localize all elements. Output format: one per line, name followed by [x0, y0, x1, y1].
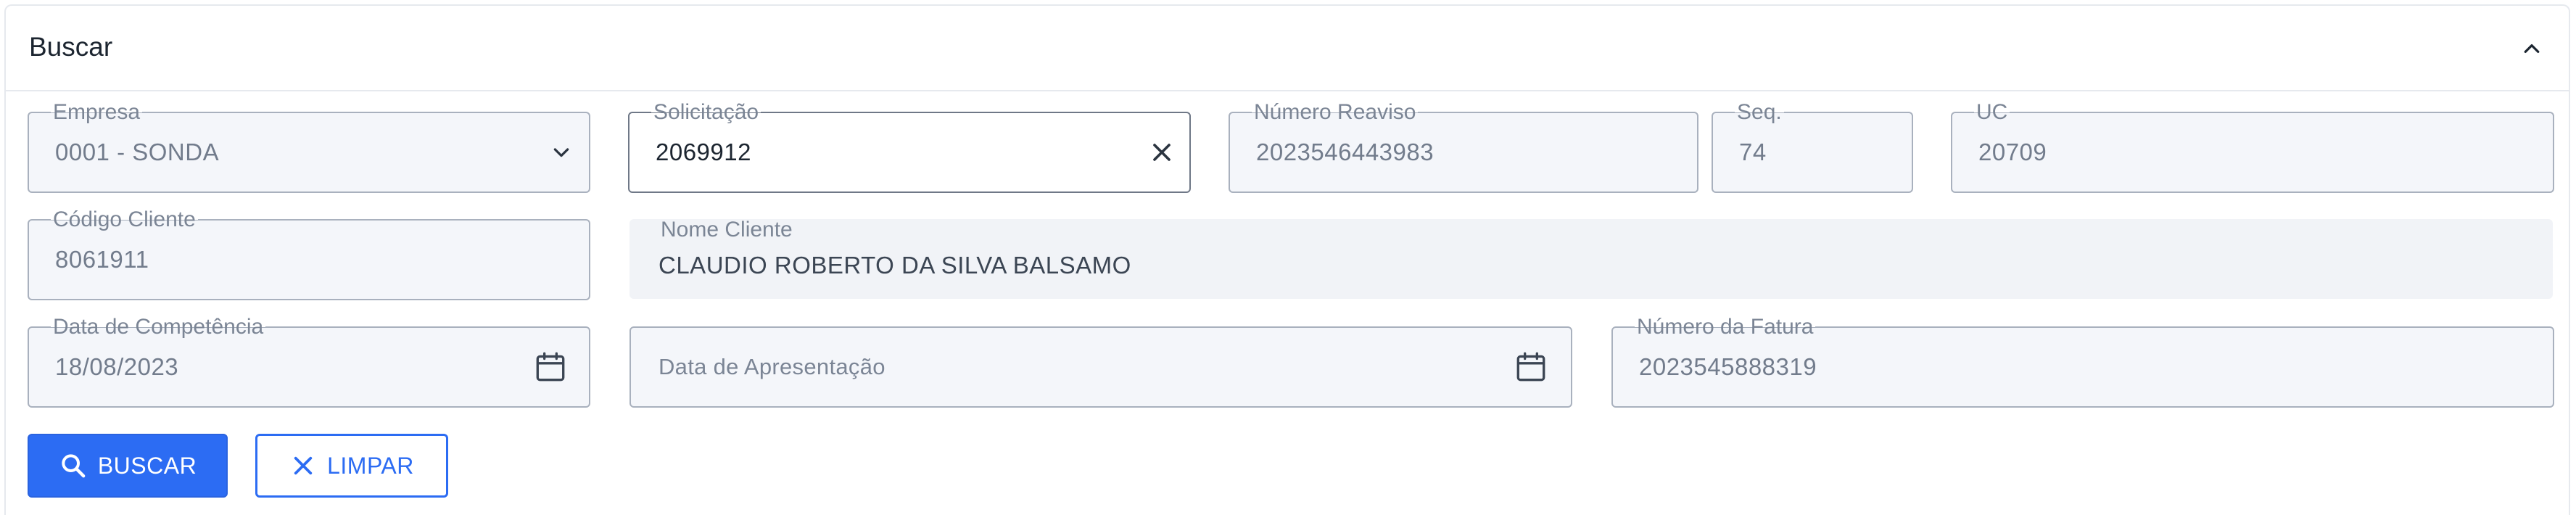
data-competencia-calendar-button[interactable] — [532, 328, 569, 406]
codigo-cliente-value: 8061911 — [55, 246, 149, 273]
buscar-button[interactable]: BUSCAR — [28, 434, 228, 498]
uc-field[interactable]: UC 20709 — [1951, 100, 2554, 193]
collapse-button[interactable] — [2511, 28, 2553, 70]
search-icon — [62, 454, 86, 478]
data-competencia-field[interactable]: Data de Competência 18/08/2023 — [28, 315, 590, 408]
empresa-dropdown-toggle[interactable] — [550, 113, 573, 191]
chevron-up-icon — [2524, 44, 2540, 53]
numero-reaviso-field[interactable]: Número Reaviso 2023546443983 — [1229, 100, 1698, 193]
empresa-value: 0001 - SONDA — [55, 139, 220, 165]
calendar-icon — [536, 352, 565, 382]
uc-value: 20709 — [1978, 139, 2047, 165]
codigo-cliente-field[interactable]: Código Cliente 8061911 — [28, 207, 590, 300]
limpar-button[interactable]: LIMPAR — [255, 434, 448, 498]
numero-fatura-field[interactable]: Número da Fatura 2023545888319 — [1611, 315, 2554, 408]
buscar-button-label: BUSCAR — [97, 452, 197, 479]
clear-solicitacao-button[interactable] — [1147, 113, 1176, 191]
close-icon — [294, 456, 313, 475]
numero-fatura-value: 2023545888319 — [1639, 353, 1817, 380]
data-apresentacao-calendar-button[interactable] — [1513, 328, 1549, 406]
panel-title: Buscar — [29, 32, 113, 62]
chevron-down-icon — [553, 148, 569, 157]
close-icon — [1153, 144, 1171, 161]
data-competencia-value: 18/08/2023 — [55, 353, 179, 380]
data-apresentacao-placeholder: Data de Apresentação — [659, 354, 886, 379]
panel-header[interactable]: Buscar — [6, 6, 2569, 91]
calendar-icon — [1516, 352, 1545, 382]
nome-cliente-field: Nome Cliente CLAUDIO ROBERTO DA SILVA BA… — [629, 218, 2553, 299]
solicitacao-field[interactable]: Solicitação 2069912 — [628, 100, 1191, 193]
seq-field[interactable]: Seq. 74 — [1712, 100, 1913, 193]
empresa-select[interactable]: Empresa 0001 - SONDA — [28, 100, 590, 193]
numero-reaviso-value: 2023546443983 — [1256, 139, 1434, 165]
solicitacao-value: 2069912 — [656, 139, 751, 165]
nome-cliente-value: CLAUDIO ROBERTO DA SILVA BALSAMO — [659, 252, 1131, 279]
limpar-button-label: LIMPAR — [327, 452, 414, 479]
seq-value: 74 — [1739, 139, 1767, 165]
data-apresentacao-field[interactable]: Data de Apresentação — [629, 326, 1572, 408]
